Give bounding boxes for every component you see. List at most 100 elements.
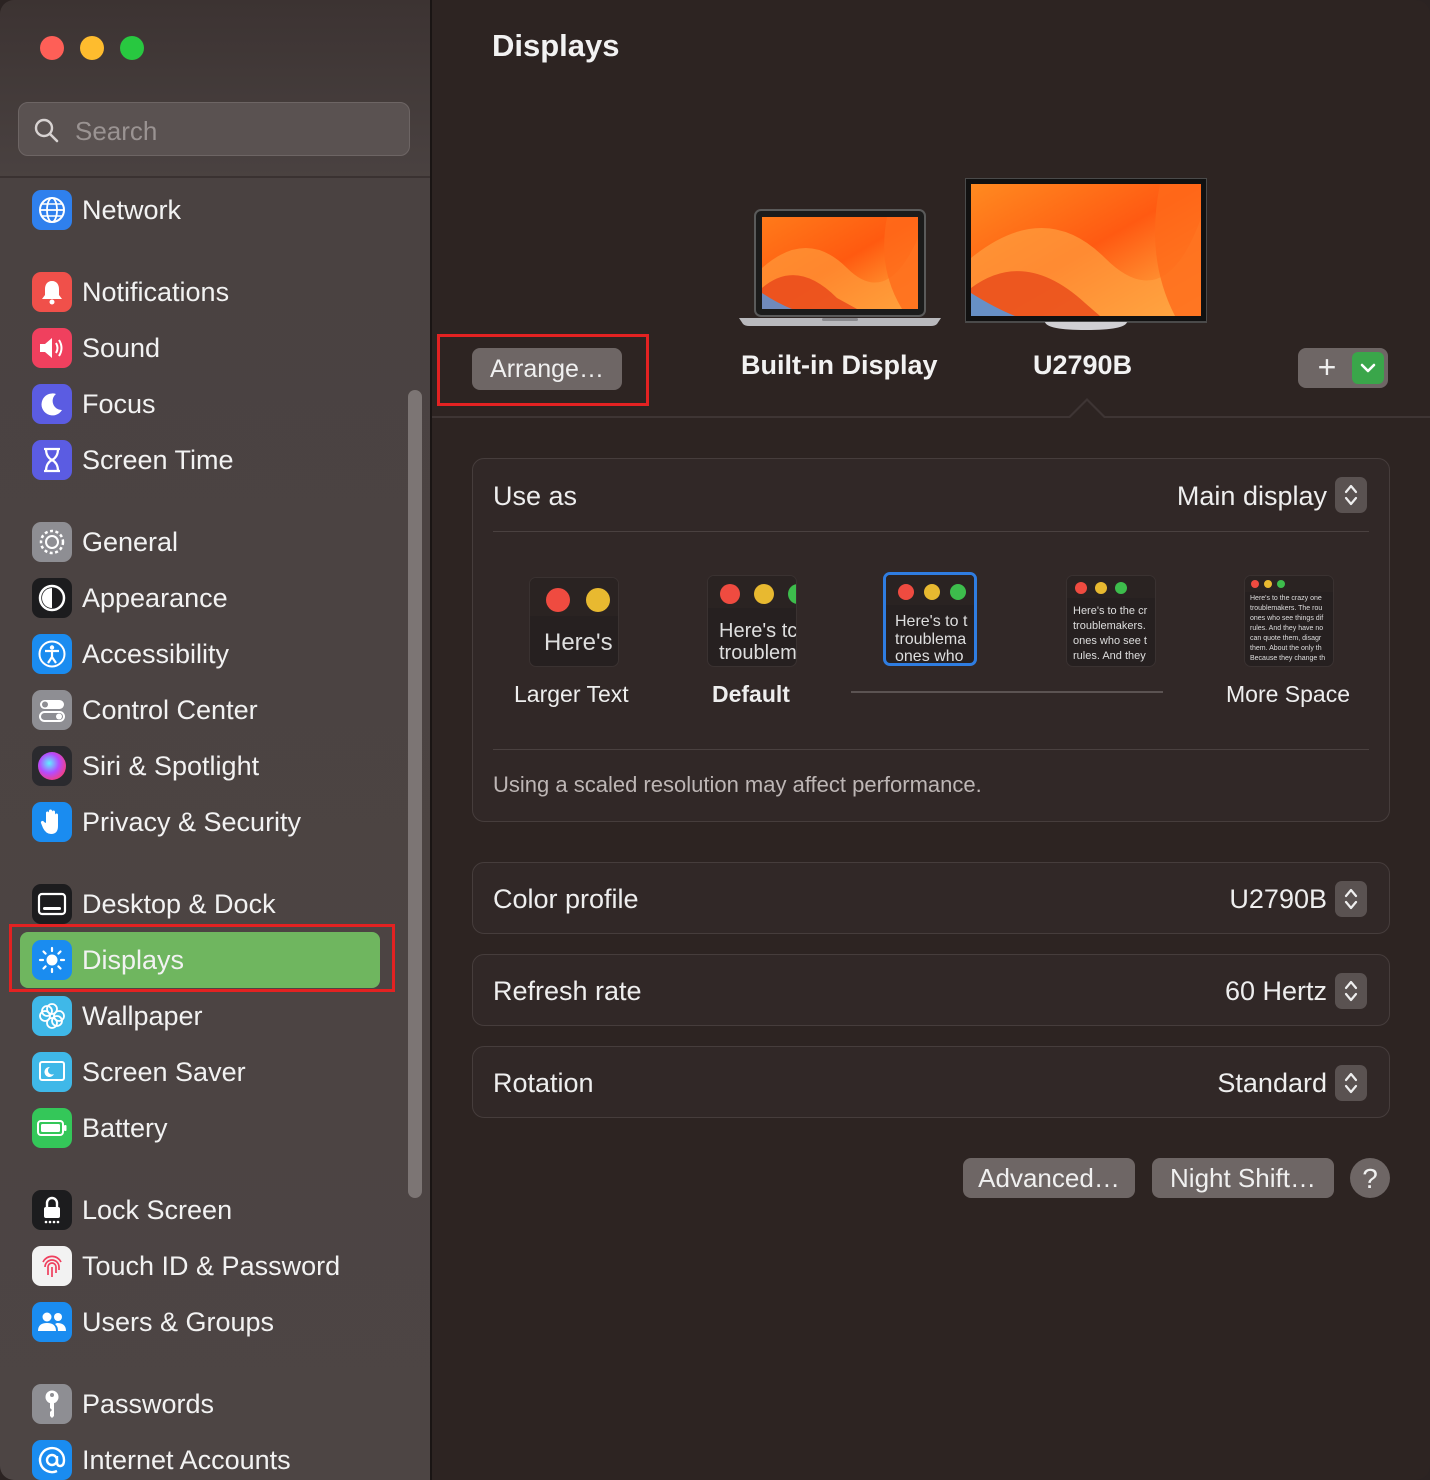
sidebar-scrollbar[interactable] (408, 390, 422, 1198)
sidebar-item-screen-time[interactable]: Screen Time (20, 432, 380, 488)
battery-icon (32, 1108, 72, 1148)
use-as-value[interactable]: Main display (1177, 481, 1327, 512)
add-display-button[interactable]: + (1312, 348, 1342, 388)
thumb-close-dot (720, 584, 740, 604)
resolution-option-larger-text[interactable]: Here's (529, 577, 619, 667)
resolution-track[interactable] (851, 691, 1163, 693)
arrange-button[interactable]: Arrange… (472, 348, 622, 390)
sidebar-item-control-center[interactable]: Control Center (20, 682, 380, 738)
thumb-minimize-dot (1264, 580, 1272, 588)
thumb-minimize-dot (924, 584, 940, 600)
close-window-button[interactable] (40, 36, 64, 60)
sidebar-item-passwords[interactable]: Passwords (20, 1376, 380, 1432)
search-field[interactable] (18, 102, 410, 156)
siri-icon (32, 746, 72, 786)
sidebar-item-label: Privacy & Security (82, 806, 302, 837)
add-display-control[interactable]: + (1298, 348, 1388, 388)
at-icon (32, 1440, 72, 1480)
refresh-rate-row: Refresh rate 60 Hertz (472, 954, 1390, 1026)
sidebar-item-label: Network (82, 194, 182, 225)
resolution-option-default[interactable]: Here's tc troublem (707, 575, 797, 667)
system-settings-window: Network Notifications Sound Focus (0, 0, 1430, 1480)
sidebar-item-privacy-security[interactable]: Privacy & Security (20, 794, 380, 850)
minimize-window-button[interactable] (80, 36, 104, 60)
card-divider (493, 531, 1369, 532)
flower-icon (32, 996, 72, 1036)
resolution-label-more-space: More Space (1226, 681, 1351, 707)
sidebar-item-wallpaper[interactable]: Wallpaper (20, 988, 380, 1044)
thumb-preview-text: Here's to the crazy one troublemakers. T… (1250, 595, 1326, 662)
refresh-rate-label: Refresh rate (493, 976, 642, 1006)
hand-icon (32, 802, 72, 842)
display-label-u2790b[interactable]: U2790B (1033, 350, 1132, 381)
window-controls (40, 36, 144, 60)
dock-icon (32, 884, 72, 924)
sidebar-item-label: General (82, 526, 179, 557)
display-settings-card: Use as Main display Here's Larger Text H… (472, 458, 1390, 822)
sidebar-item-label: Accessibility (82, 638, 230, 669)
color-profile-stepper-icon[interactable] (1335, 881, 1367, 917)
sidebar-item-accessibility[interactable]: Accessibility (20, 626, 380, 682)
color-profile-value[interactable]: U2790B (1229, 884, 1327, 915)
rotation-value[interactable]: Standard (1217, 1068, 1327, 1099)
sidebar-item-battery[interactable]: Battery (20, 1100, 380, 1156)
main-pane: Displays Arrange… Built-in Display U2790… (432, 0, 1430, 1480)
sidebar-item-appearance[interactable]: Appearance (20, 570, 380, 626)
thumb-minimize-dot (586, 588, 610, 612)
sidebar-item-touch-id-password[interactable]: Touch ID & Password (20, 1238, 380, 1294)
resolution-option-4[interactable]: Here's to the cr troublemakers. ones who… (1066, 575, 1156, 667)
use-as-label: Use as (493, 481, 578, 511)
sidebar-item-lock-screen[interactable]: Lock Screen (20, 1182, 380, 1238)
sidebar-item-siri-spotlight[interactable]: Siri & Spotlight (20, 738, 380, 794)
search-input[interactable] (73, 111, 397, 151)
screensaver-icon (32, 1052, 72, 1092)
refresh-rate-value[interactable]: 60 Hertz (1225, 976, 1327, 1007)
rotation-stepper-icon[interactable] (1335, 1065, 1367, 1101)
use-as-stepper-icon[interactable] (1335, 477, 1367, 513)
sidebar-item-label: Touch ID & Password (82, 1250, 341, 1281)
card-divider (493, 749, 1369, 750)
page-title: Displays (492, 28, 620, 63)
display-label-built-in[interactable]: Built-in Display (741, 350, 938, 381)
moon-icon (32, 384, 72, 424)
sidebar-item-label: Passwords (82, 1388, 215, 1419)
thumb-zoom-dot (1277, 580, 1285, 588)
sidebar-item-general[interactable]: General (20, 514, 380, 570)
header-divider (432, 416, 1430, 418)
refresh-rate-stepper-icon[interactable] (1335, 973, 1367, 1009)
sidebar-item-label: Siri & Spotlight (82, 750, 260, 781)
sidebar-item-notifications[interactable]: Notifications (20, 264, 380, 320)
sidebar-item-screen-saver[interactable]: Screen Saver (20, 1044, 380, 1100)
toggles-icon (32, 690, 72, 730)
sidebar-item-network[interactable]: Network (20, 182, 380, 238)
sidebar-item-focus[interactable]: Focus (20, 376, 380, 432)
resolution-option-3-selected[interactable]: Here's to t troublema ones who (883, 572, 977, 666)
resolution-option-more-space[interactable]: Here's to the crazy one troublemakers. T… (1244, 575, 1334, 667)
sidebar-item-label: Wallpaper (82, 1000, 203, 1031)
monitor-icon[interactable] (965, 178, 1207, 332)
accessibility-icon (32, 634, 72, 674)
thumb-zoom-dot (1115, 582, 1127, 594)
advanced-button[interactable]: Advanced… (963, 1158, 1135, 1198)
key-icon (32, 1384, 72, 1424)
zoom-window-button[interactable] (120, 36, 144, 60)
lock-icon (32, 1190, 72, 1230)
night-shift-button[interactable]: Night Shift… (1152, 1158, 1334, 1198)
gear-icon (32, 522, 72, 562)
globe-icon (32, 190, 72, 230)
thumb-preview-text: Here's to t troublema ones who (895, 613, 968, 666)
sidebar-item-users-groups[interactable]: Users & Groups (20, 1294, 380, 1350)
thumb-close-dot (1251, 580, 1259, 588)
sidebar-item-sound[interactable]: Sound (20, 320, 380, 376)
rotation-label: Rotation (493, 1068, 594, 1098)
hourglass-icon (32, 440, 72, 480)
resolution-label-larger-text: Larger Text (514, 681, 629, 707)
chevron-down-icon[interactable] (1352, 352, 1384, 384)
laptop-icon[interactable] (737, 208, 943, 332)
sidebar-item-internet-accounts[interactable]: Internet Accounts (20, 1432, 380, 1480)
help-button[interactable]: ? (1350, 1158, 1390, 1198)
users-icon (32, 1302, 72, 1342)
appearance-icon (32, 578, 72, 618)
thumb-minimize-dot (754, 584, 774, 604)
search-icon (34, 118, 59, 143)
